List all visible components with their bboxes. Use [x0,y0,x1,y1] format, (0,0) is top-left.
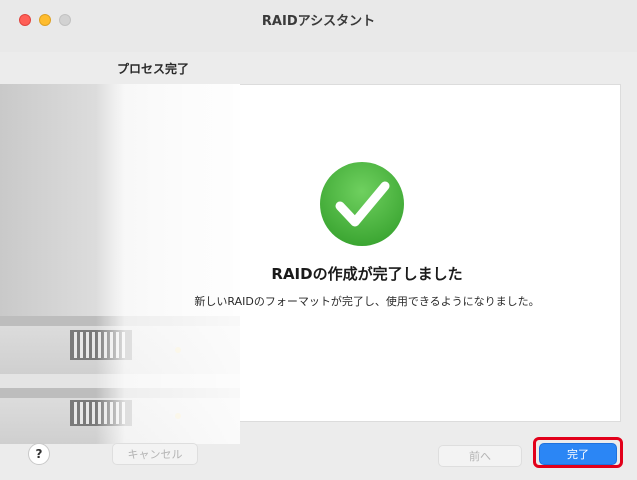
section-title: プロセス完了 [117,62,190,76]
previous-button[interactable]: 前へ [438,445,522,467]
content-panel [113,84,621,422]
raid-assistant-window: RAIDアシスタント プロセス完了 RAIDの作成が完了しました 新しいRAID… [0,0,637,480]
help-button[interactable]: ? [28,443,50,465]
completion-message: 新しいRAIDのフォーマットが完了し、使用できるようになりました。 [194,295,540,308]
checkmark-circle-icon [318,160,406,248]
completion-heading: RAIDの作成が完了しました [271,265,463,283]
done-button[interactable]: 完了 [539,443,617,465]
title-bar: RAIDアシスタント [0,0,637,52]
window-title: RAIDアシスタント [261,14,376,29]
cancel-button[interactable]: キャンセル [112,443,198,465]
